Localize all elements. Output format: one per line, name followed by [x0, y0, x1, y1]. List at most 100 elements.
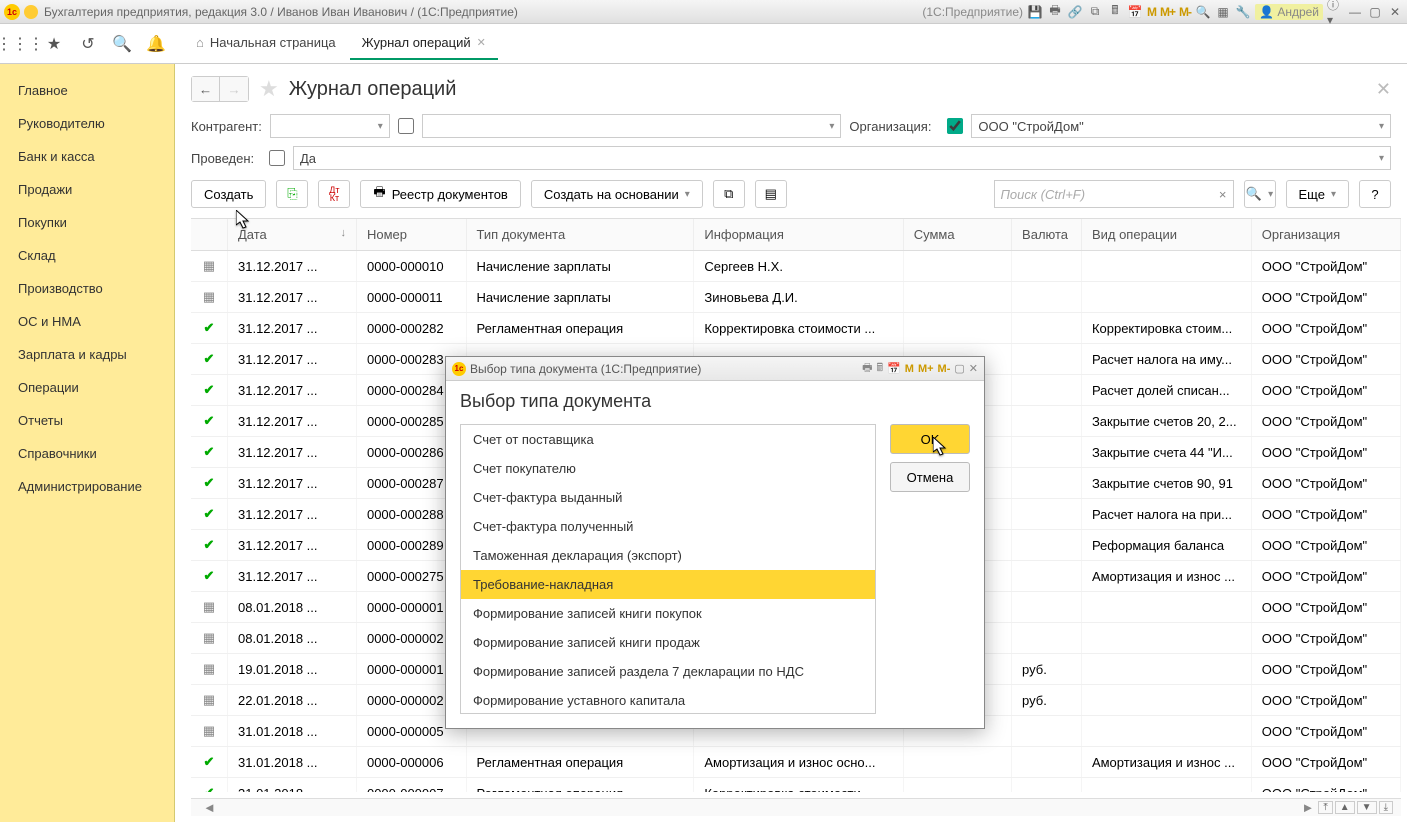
doc-type-item[interactable]: Формирование уставного капитала [461, 686, 875, 714]
help-button[interactable]: ? [1359, 180, 1391, 208]
apps-icon[interactable]: ⋮⋮⋮ [8, 32, 32, 56]
m-plus-button[interactable]: M+ [1160, 5, 1175, 19]
doc-type-item[interactable]: Счет-фактура полученный [461, 512, 875, 541]
create-button[interactable]: Создать [191, 180, 266, 208]
close-window-button[interactable]: ✕ [1387, 4, 1403, 20]
history-icon[interactable]: ↺ [76, 32, 100, 56]
posted-checkbox[interactable] [269, 150, 285, 166]
modal-mplus-button[interactable]: M+ [918, 363, 934, 375]
modal-maximize-icon[interactable]: ▢ [954, 362, 964, 375]
modal-calendar-icon[interactable]: 📅 [887, 362, 901, 375]
modal-cancel-button[interactable]: Отмена [890, 462, 970, 492]
table-row[interactable]: ✔31.12.2017 ...0000-000282Регламентная о… [191, 313, 1401, 344]
m-minus-button[interactable]: M- [1179, 5, 1191, 19]
doc-type-list[interactable]: Счет от поставщикаСчет покупателюСчет-фа… [460, 424, 876, 714]
maximize-button[interactable]: ▢ [1367, 4, 1383, 20]
modal-mminus-button[interactable]: M- [938, 363, 951, 375]
reestr-button[interactable]: 🖶 Реестр документов [360, 180, 520, 208]
table-row[interactable]: ▦31.12.2017 ...0000-000011Начисление зар… [191, 282, 1401, 313]
sidebar-item-9[interactable]: Операции [0, 371, 174, 404]
more-button[interactable]: Еще ▾ [1286, 180, 1349, 208]
sidebar-item-1[interactable]: Руководителю [0, 107, 174, 140]
doc-type-item[interactable]: Формирование записей книги покупок [461, 599, 875, 628]
sidebar-item-5[interactable]: Склад [0, 239, 174, 272]
modal-close-icon[interactable]: ✕ [969, 362, 978, 375]
doc-type-item[interactable]: Требование-накладная [461, 570, 875, 599]
org-dropdown[interactable]: ООО "СтройДом" ▾ [971, 114, 1391, 138]
nav-down-icon[interactable]: ▼ [1357, 801, 1377, 814]
sidebar-item-7[interactable]: ОС и НМА [0, 305, 174, 338]
search-clear-icon[interactable]: × [1219, 187, 1227, 202]
list-button[interactable]: ▤ [755, 180, 787, 208]
sidebar-item-2[interactable]: Банк и касса [0, 140, 174, 173]
col-header-4[interactable]: Информация [694, 219, 903, 251]
nav-forward-button[interactable]: → [220, 77, 248, 101]
save-icon[interactable]: 💾 [1027, 4, 1043, 20]
modal-m-button[interactable]: M [905, 363, 914, 375]
modal-titlebar[interactable]: 1c Выбор типа документа (1С:Предприятие)… [446, 357, 984, 381]
sidebar-item-0[interactable]: Главное [0, 74, 174, 107]
col-header-2[interactable]: Номер [356, 219, 466, 251]
org-checkbox[interactable] [947, 118, 963, 134]
doc-type-item[interactable]: Формирование записей раздела 7 деклараци… [461, 657, 875, 686]
favorite-icon[interactable]: ★ [42, 32, 66, 56]
panel-icon[interactable]: ▦ [1215, 4, 1231, 20]
table-row[interactable]: ✔31.01.2018 ...0000-000007Регламентная о… [191, 778, 1401, 793]
zoom-icon[interactable]: 🔍 [1195, 4, 1211, 20]
col-header-8[interactable]: Организация [1251, 219, 1400, 251]
modal-calc-icon[interactable]: 🖩 [876, 359, 883, 378]
nav-bottom-icon[interactable]: ⤓ [1379, 801, 1393, 814]
sidebar-item-12[interactable]: Администрирование [0, 470, 174, 503]
tab-close-icon[interactable]: ✕ [477, 36, 486, 49]
sidebar-item-11[interactable]: Справочники [0, 437, 174, 470]
page-close-button[interactable]: ✕ [1376, 79, 1391, 100]
scroll-left-icon[interactable]: ◄ [199, 800, 220, 815]
sidebar-item-6[interactable]: Производство [0, 272, 174, 305]
search-button[interactable]: 🔍 ▾ [1244, 180, 1276, 208]
contragent-dropdown[interactable]: ▾ [422, 114, 842, 138]
sidebar-item-8[interactable]: Зарплата и кадры [0, 338, 174, 371]
col-header-5[interactable]: Сумма [903, 219, 1011, 251]
col-header-0[interactable] [191, 219, 228, 251]
dtkt-button[interactable]: ДтКт [318, 180, 350, 208]
modal-ok-button[interactable]: OK [890, 424, 970, 454]
nav-up-icon[interactable]: ▲ [1335, 801, 1355, 814]
star-icon[interactable]: ★ [259, 76, 279, 102]
minimize-button[interactable]: — [1347, 4, 1363, 20]
doc-type-item[interactable]: Счет-фактура выданный [461, 483, 875, 512]
col-header-1[interactable]: Дата↓ [228, 219, 357, 251]
info-icon[interactable]: ⓘ ▾ [1327, 4, 1343, 20]
modal-print-icon[interactable]: 🖶 [862, 359, 872, 378]
doc-type-item[interactable]: Таможенная декларация (экспорт) [461, 541, 875, 570]
search-input[interactable]: Поиск (Ctrl+F) × [994, 180, 1234, 208]
user-label[interactable]: 👤 Андрей [1255, 4, 1323, 20]
copy-button[interactable]: ⎘ [276, 180, 308, 208]
doc-type-item[interactable]: Формирование записей книги продаж [461, 628, 875, 657]
bell-icon[interactable]: 🔔 [144, 32, 168, 56]
compare-icon[interactable]: ⧉ [1087, 4, 1103, 20]
tab-journal[interactable]: Журнал операций ✕ [350, 27, 498, 60]
col-header-3[interactable]: Тип документа [466, 219, 694, 251]
col-header-6[interactable]: Валюта [1012, 219, 1082, 251]
table-row[interactable]: ▦31.12.2017 ...0000-000010Начисление зар… [191, 251, 1401, 282]
doc-type-item[interactable]: Счет от поставщика [461, 425, 875, 454]
search-icon[interactable]: 🔍 [110, 32, 134, 56]
link-icon[interactable]: 🔗 [1067, 4, 1083, 20]
sidebar-item-10[interactable]: Отчеты [0, 404, 174, 437]
structure-button[interactable]: ⧉ [713, 180, 745, 208]
print-icon[interactable]: 🖶 [1047, 4, 1063, 20]
doc-type-item[interactable]: Счет покупателю [461, 454, 875, 483]
contragent-checkbox[interactable] [398, 118, 414, 134]
posted-dropdown[interactable]: Да ▾ [293, 146, 1391, 170]
contragent-mode-dropdown[interactable]: ▾ [270, 114, 390, 138]
sidebar-item-4[interactable]: Покупки [0, 206, 174, 239]
scroll-right-icon[interactable]: ► [1297, 800, 1318, 815]
col-header-7[interactable]: Вид операции [1081, 219, 1251, 251]
m-button[interactable]: M [1147, 5, 1156, 19]
calendar-icon[interactable]: 📅 [1127, 4, 1143, 20]
tools-icon[interactable]: 🔧 [1235, 4, 1251, 20]
hscrollbar[interactable]: ◄ ► ⤒ ▲ ▼ ⤓ [191, 798, 1401, 816]
sidebar-item-3[interactable]: Продажи [0, 173, 174, 206]
tab-home[interactable]: ⌂ Начальная страница [184, 27, 348, 60]
table-row[interactable]: ✔31.01.2018 ...0000-000006Регламентная о… [191, 747, 1401, 778]
